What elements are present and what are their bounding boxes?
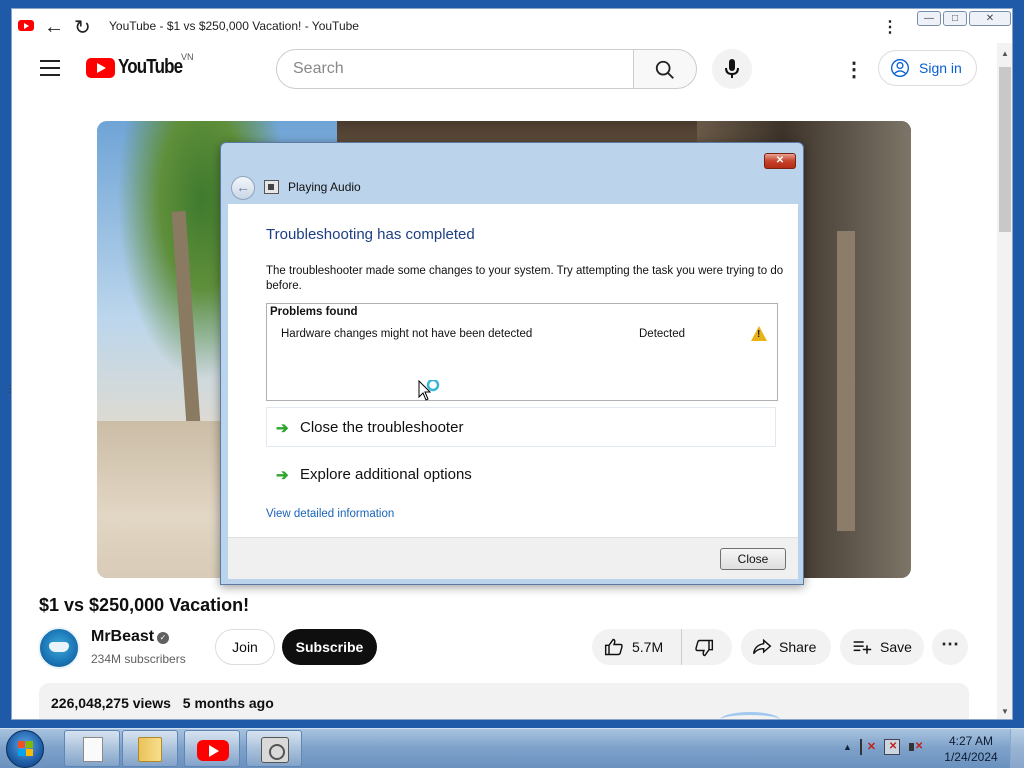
dialog-footer: Close: [228, 537, 798, 579]
view-detailed-information-link[interactable]: View detailed information: [266, 508, 394, 520]
settings-menu-icon[interactable]: ⋮: [844, 57, 864, 82]
scroll-down-icon[interactable]: ▼: [1001, 707, 1009, 716]
desktop-swoosh: [720, 712, 780, 728]
hamburger-menu-icon[interactable]: [40, 60, 60, 76]
save-label: Save: [880, 639, 912, 655]
share-button[interactable]: Share: [741, 629, 831, 665]
document-icon: [83, 737, 103, 762]
speaker-icon: [264, 180, 279, 194]
clock[interactable]: 4:27 AM 1/24/2024: [940, 733, 1002, 765]
like-button[interactable]: 5.7M: [592, 629, 682, 665]
minimize-button[interactable]: —: [917, 11, 941, 26]
option-label: Close the troubleshooter: [300, 419, 464, 436]
explore-options-option[interactable]: ➔ Explore additional options: [266, 454, 776, 494]
like-count: 5.7M: [632, 639, 664, 655]
vertical-scrollbar[interactable]: ▲ ▼: [997, 43, 1012, 719]
youtube-header: YouTube VN Search ⋮ Sign in: [12, 43, 997, 99]
region-code: VN: [181, 52, 194, 62]
sign-in-button[interactable]: Sign in: [878, 50, 977, 86]
back-arrow-icon[interactable]: ←: [44, 16, 64, 39]
channel-avatar[interactable]: [38, 627, 80, 669]
volume-muted-icon[interactable]: [908, 739, 924, 755]
youtube-play-icon: [86, 57, 115, 78]
problems-found-panel: Problems found Hardware changes might no…: [266, 303, 778, 401]
youtube-logo[interactable]: YouTube VN: [86, 52, 194, 79]
troubleshooter-dialog: ✕ ← Playing Audio Troubleshooting has co…: [220, 142, 804, 585]
network-icon[interactable]: [883, 739, 900, 755]
youtube-logo-text: YouTube: [118, 56, 183, 78]
subscribe-button[interactable]: Subscribe: [282, 629, 377, 665]
scroll-up-icon[interactable]: ▲: [1001, 49, 1009, 58]
busy-cursor-icon: [418, 380, 440, 401]
browser-page-title: YouTube - $1 vs $250,000 Vacation! - You…: [109, 19, 359, 33]
view-count: 226,048,275 views: [51, 695, 171, 711]
close-troubleshooter-option[interactable]: ➔ Close the troubleshooter: [266, 407, 776, 447]
taskbar-notepad[interactable]: [64, 730, 120, 767]
window-controls: — □ ✕: [917, 11, 1011, 26]
add-to-playlist-icon: [853, 641, 872, 654]
system-tray: ▲: [843, 739, 924, 755]
more-actions-icon[interactable]: ⋯: [932, 629, 968, 665]
warning-icon: [751, 326, 767, 341]
action-center-flag-icon[interactable]: [859, 739, 876, 755]
dialog-heading: Troubleshooting has completed: [266, 226, 475, 243]
taskbar-troubleshooter[interactable]: [246, 730, 302, 767]
dialog-close-x-button[interactable]: ✕: [764, 153, 796, 169]
show-hidden-icons-icon[interactable]: ▲: [843, 742, 852, 752]
scrollbar-thumb[interactable]: [999, 67, 1011, 232]
close-button[interactable]: Close: [720, 548, 786, 570]
option-label: Explore additional options: [300, 466, 472, 483]
channel-name[interactable]: MrBeast: [91, 628, 154, 646]
search-icon: [655, 60, 674, 79]
problem-name: Hardware changes might not have been det…: [281, 328, 533, 340]
dialog-message: The troubleshooter made some changes to …: [266, 265, 784, 292]
like-dislike-group: 5.7M: [592, 629, 732, 665]
browser-menu-icon[interactable]: ⋮: [882, 17, 898, 37]
dialog-body: Troubleshooting has completed The troubl…: [228, 204, 798, 537]
problem-status: Detected: [639, 328, 686, 340]
verified-check-icon: ✓: [157, 632, 169, 644]
green-arrow-icon: ➔: [276, 420, 289, 437]
reload-icon[interactable]: ↻: [74, 15, 91, 40]
start-button[interactable]: [6, 730, 44, 768]
save-button[interactable]: Save: [840, 629, 924, 665]
clock-time: 4:27 AM: [948, 734, 994, 748]
dialog-app-title: Playing Audio: [288, 180, 361, 194]
sign-in-label: Sign in: [919, 60, 962, 76]
thumbs-up-icon: [604, 638, 623, 656]
maximize-button[interactable]: □: [943, 11, 967, 26]
taskbar-youtube[interactable]: [184, 730, 240, 767]
join-button[interactable]: Join: [215, 629, 275, 665]
problems-header: Problems found: [270, 306, 358, 318]
share-icon: [752, 638, 772, 655]
account-icon: [891, 59, 909, 77]
search-input[interactable]: Search: [276, 49, 634, 89]
youtube-favicon-icon: [18, 20, 34, 31]
close-window-button[interactable]: ✕: [969, 11, 1011, 26]
subscriber-count: 234M subscribers: [91, 652, 186, 666]
thumbs-down-icon: [695, 639, 714, 657]
microphone-icon: [725, 59, 739, 78]
upload-age: 5 months ago: [182, 695, 274, 711]
taskbar-explorer[interactable]: [122, 730, 178, 767]
left-edge-mark: ⋮: [5, 384, 15, 395]
share-label: Share: [779, 639, 817, 655]
voice-search-button[interactable]: [712, 49, 752, 89]
show-desktop-button[interactable]: [1010, 729, 1024, 768]
green-arrow-icon: ➔: [276, 467, 289, 484]
search-button[interactable]: [633, 49, 697, 89]
back-arrow-icon[interactable]: ←: [231, 176, 255, 200]
browser-titlebar: ← ↻ YouTube - $1 vs $250,000 Vacation! -…: [12, 9, 1012, 43]
taskbar: ▲ 4:27 AM 1/24/2024: [0, 728, 1024, 768]
clock-date: 1/24/2024: [944, 750, 998, 764]
troubleshooter-icon: [261, 737, 289, 763]
windows-logo-icon: [18, 741, 34, 757]
youtube-icon: [197, 740, 229, 761]
folder-icon: [138, 737, 162, 762]
description-box[interactable]: 226,048,275 views 5 months ago: [39, 683, 969, 719]
video-title: $1 vs $250,000 Vacation!: [39, 595, 250, 615]
